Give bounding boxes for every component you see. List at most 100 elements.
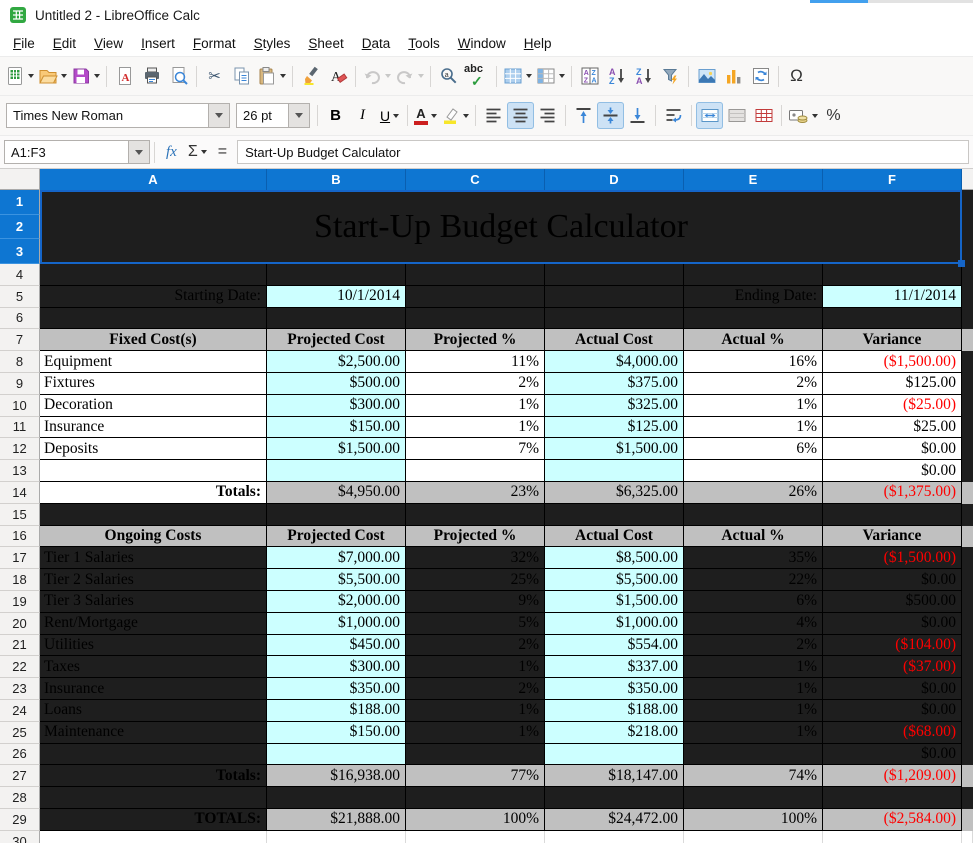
formula-input[interactable]: Start-Up Budget Calculator [237, 140, 969, 164]
open-dropdown[interactable] [61, 74, 67, 78]
row-header-6[interactable]: 6 [0, 308, 40, 330]
cell-D25[interactable]: $218.00 [545, 722, 684, 744]
row-header-9[interactable]: 9 [0, 373, 40, 395]
cell-D29[interactable]: $24,472.00 [545, 809, 684, 831]
cell-B28[interactable] [267, 787, 406, 809]
row-header-20[interactable]: 20 [0, 613, 40, 635]
cell-A26[interactable] [40, 744, 267, 766]
cell-A28[interactable] [40, 787, 267, 809]
cell-F17[interactable]: ($1,500.00) [823, 547, 962, 569]
insert-columns-button[interactable] [534, 63, 567, 90]
cell-B30[interactable] [267, 831, 406, 843]
cell-C28[interactable] [406, 787, 545, 809]
menu-sheet[interactable]: Sheet [299, 33, 352, 54]
cell-C16[interactable]: Projected % [406, 526, 545, 548]
cell-B17[interactable]: $7,000.00 [267, 547, 406, 569]
cell-A10[interactable]: Decoration [40, 395, 267, 417]
cell-A19[interactable]: Tier 3 Salaries [40, 591, 267, 613]
cell-B25[interactable]: $150.00 [267, 722, 406, 744]
cell-F19[interactable]: $500.00 [823, 591, 962, 613]
print-button[interactable] [138, 63, 165, 90]
autofilter-button[interactable] [657, 63, 684, 90]
title-cell-A1-F3[interactable]: Start-Up Budget Calculator [40, 190, 962, 264]
save-dropdown[interactable] [94, 74, 100, 78]
cell-E12[interactable]: 6% [684, 438, 823, 460]
cell-E14[interactable]: 26% [684, 482, 823, 504]
save-button[interactable] [69, 63, 102, 90]
cell-F8[interactable]: ($1,500.00) [823, 351, 962, 373]
font-size-combo[interactable]: 26 pt [236, 103, 310, 128]
insert-rows-dropdown[interactable] [526, 74, 532, 78]
select-function-button[interactable]: Σ [184, 143, 211, 161]
cell-A21[interactable]: Utilities [40, 635, 267, 657]
cell-A13[interactable] [40, 460, 267, 482]
cell-F10[interactable]: ($25.00) [823, 395, 962, 417]
row-header-16[interactable]: 16 [0, 526, 40, 548]
cell-E29[interactable]: 100% [684, 809, 823, 831]
cell-E5[interactable]: Ending Date: [684, 286, 823, 308]
cell-C10[interactable]: 1% [406, 395, 545, 417]
cell-F24[interactable]: $0.00 [823, 700, 962, 722]
cell-E22[interactable]: 1% [684, 656, 823, 678]
font-size-dropdown[interactable] [288, 104, 309, 127]
cell-D20[interactable]: $1,000.00 [545, 613, 684, 635]
underline-dropdown[interactable] [393, 114, 399, 118]
cell-E13[interactable] [684, 460, 823, 482]
cell-C21[interactable]: 2% [406, 635, 545, 657]
row-header-7[interactable]: 7 [0, 329, 40, 351]
row-header-10[interactable]: 10 [0, 395, 40, 417]
row-header-29[interactable]: 29 [0, 809, 40, 831]
new-dropdown[interactable] [28, 74, 34, 78]
cell-D14[interactable]: $6,325.00 [545, 482, 684, 504]
cell-B26[interactable] [267, 744, 406, 766]
cell-A20[interactable]: Rent/Mortgage [40, 613, 267, 635]
cell-C5[interactable] [406, 286, 545, 308]
center-vertically-button[interactable] [597, 102, 624, 129]
cell-B29[interactable]: $21,888.00 [267, 809, 406, 831]
cell-D9[interactable]: $375.00 [545, 373, 684, 395]
menu-tools[interactable]: Tools [399, 33, 449, 54]
cell-E19[interactable]: 6% [684, 591, 823, 613]
format-percent-button[interactable]: % [820, 102, 847, 129]
cell-F23[interactable]: $0.00 [823, 678, 962, 700]
cell-F14[interactable]: ($1,375.00) [823, 482, 962, 504]
row-header-30[interactable]: 30 [0, 831, 40, 843]
insert-image-button[interactable] [693, 63, 720, 90]
cell-E11[interactable]: 1% [684, 417, 823, 439]
cell-E6[interactable] [684, 308, 823, 330]
column-header-F[interactable]: F [823, 169, 962, 190]
select-all-corner[interactable] [0, 169, 40, 190]
row-header-2[interactable]: 2 [0, 215, 40, 240]
paste-dropdown[interactable] [280, 74, 286, 78]
cell-B5[interactable]: 10/1/2014 [267, 286, 406, 308]
cell-C6[interactable] [406, 308, 545, 330]
cell-D6[interactable] [545, 308, 684, 330]
cell-D26[interactable] [545, 744, 684, 766]
cell-C27[interactable]: 77% [406, 765, 545, 787]
cell-C9[interactable]: 2% [406, 373, 545, 395]
font-name-combo[interactable]: Times New Roman [6, 103, 230, 128]
export-pdf-button[interactable]: A [111, 63, 138, 90]
menu-edit[interactable]: Edit [44, 33, 85, 54]
cell-D7[interactable]: Actual Cost [545, 329, 684, 351]
highlight-color-dropdown[interactable] [463, 114, 469, 118]
cell-E25[interactable]: 1% [684, 722, 823, 744]
cell-E15[interactable] [684, 504, 823, 526]
cell-E17[interactable]: 35% [684, 547, 823, 569]
formula-equals-button[interactable]: = [211, 143, 234, 161]
cell-F9[interactable]: $125.00 [823, 373, 962, 395]
clear-formatting-button[interactable]: A [324, 63, 351, 90]
cell-C26[interactable] [406, 744, 545, 766]
cell-C19[interactable]: 9% [406, 591, 545, 613]
cell-F22[interactable]: ($37.00) [823, 656, 962, 678]
align-top-button[interactable] [570, 102, 597, 129]
cell-E30[interactable] [684, 831, 823, 843]
column-header-E[interactable]: E [684, 169, 823, 190]
cell-E24[interactable]: 1% [684, 700, 823, 722]
cell-E18[interactable]: 22% [684, 569, 823, 591]
cell-A17[interactable]: Tier 1 Salaries [40, 547, 267, 569]
cell-D4[interactable] [545, 264, 684, 286]
unmerge-cells-button[interactable] [750, 102, 777, 129]
cell-F26[interactable]: $0.00 [823, 744, 962, 766]
cell-B20[interactable]: $1,000.00 [267, 613, 406, 635]
